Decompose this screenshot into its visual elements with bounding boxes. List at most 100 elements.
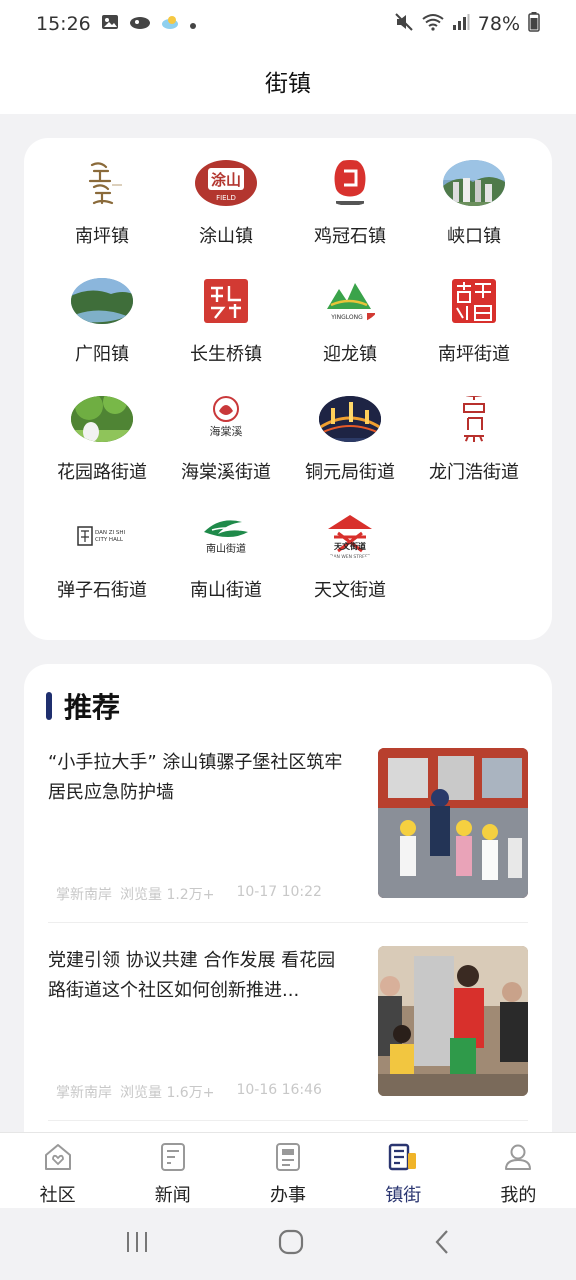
home-heart-icon xyxy=(42,1141,74,1177)
tushan-logo-subtext: FIELD xyxy=(216,194,236,202)
town-street-icon xyxy=(387,1141,419,1177)
huayuanlu-street-logo xyxy=(71,396,133,442)
bottom-tab-bar: 社区 新闻 办事 镇街 我的 xyxy=(0,1132,576,1208)
danzishi-logo-text: DAN ZI SHI xyxy=(95,530,126,536)
jiguanshi-town-logo xyxy=(319,160,381,206)
town-item-changshengqiao[interactable]: 长生桥镇 xyxy=(162,256,290,366)
town-name: 广阳镇 xyxy=(75,344,129,365)
news-title: 党建引领 协议共建 合作发展 看花园路街道这个社区如何创新推进... xyxy=(48,950,336,1001)
tianwen-street-logo: 天文街道 TIAN WEN STREET xyxy=(319,514,381,560)
town-item-jiguanshi[interactable]: 鸡冠石镇 xyxy=(286,138,414,248)
nanping-town-logo xyxy=(71,160,133,206)
town-name: 龙门浩街道 xyxy=(429,462,519,483)
tab-label: 社区 xyxy=(39,1185,76,1206)
town-item-xiakou[interactable]: 峡口镇 xyxy=(410,138,538,248)
nanping-street-logo xyxy=(443,278,505,324)
guangyang-town-logo xyxy=(71,278,133,324)
town-name: 鸡冠石镇 xyxy=(314,226,386,247)
tab-profile[interactable]: 我的 xyxy=(461,1133,576,1208)
yinglong-logo-text: YINGLONG xyxy=(330,314,363,321)
haitangxi-street-logo: 海棠溪 xyxy=(195,396,257,442)
status-bar: 15:26 78% xyxy=(0,0,576,48)
news-views: 浏览量 1.2万+ xyxy=(120,887,215,903)
system-nav-bar xyxy=(0,1208,576,1280)
battery-percent: 78% xyxy=(477,13,520,35)
town-item-nanshan[interactable]: 南山街道 南山街道 xyxy=(162,492,290,602)
back-button[interactable] xyxy=(432,1229,452,1259)
news-item[interactable]: 党建引领 协议共建 合作发展 看花园路街道这个社区如何创新推进... 掌新南岸 … xyxy=(48,946,528,1122)
tongyuanju-street-logo xyxy=(319,396,381,442)
recommend-section: 推荐 “小手拉大手” 涂山镇骡子堡社区筑牢居民应急防护墙 掌新南岸 浏览量 1.… xyxy=(24,664,552,1144)
town-name: 涂山镇 xyxy=(199,226,253,247)
town-item-tianwen[interactable]: 天文街道 TIAN WEN STREET 天文街道 xyxy=(286,492,414,602)
xiakou-town-logo xyxy=(443,160,505,206)
tab-label: 镇街 xyxy=(385,1185,422,1206)
town-item-tushan[interactable]: 涂山 FIELD 涂山镇 xyxy=(162,138,290,248)
nanshan-logo-text: 南山街道 xyxy=(206,542,246,555)
towns-grid: 南坪镇 涂山 FIELD 涂山镇 鸡冠石镇 峡口镇 广阳镇 长生桥镇 YINGL… xyxy=(24,138,552,640)
yinglong-town-logo: YINGLONG xyxy=(319,278,381,324)
town-item-nanping[interactable]: 南坪镇 xyxy=(38,138,166,248)
news-meta: 掌新南岸 浏览量 1.6万+ 10-16 16:46 xyxy=(56,1082,322,1102)
tushan-town-logo: 涂山 FIELD xyxy=(195,160,257,206)
town-name: 铜元局街道 xyxy=(305,462,395,483)
page-title: 街镇 xyxy=(265,71,311,97)
town-name: 海棠溪街道 xyxy=(181,462,271,483)
tianwen-logo-text: 天文街道 xyxy=(334,541,366,551)
notification-dot-icon xyxy=(189,13,197,35)
news-views: 浏览量 1.6万+ xyxy=(120,1085,215,1101)
recent-apps-button[interactable] xyxy=(124,1230,150,1258)
news-divider xyxy=(48,1120,528,1121)
user-icon xyxy=(502,1141,534,1177)
home-button[interactable] xyxy=(278,1229,304,1259)
town-name: 长生桥镇 xyxy=(190,344,262,365)
wifi-icon xyxy=(422,13,444,36)
cloud-app-icon xyxy=(129,13,151,35)
status-time: 15:26 xyxy=(36,13,91,35)
town-name: 弹子石街道 xyxy=(57,580,147,601)
town-name: 南坪街道 xyxy=(438,344,510,365)
town-name: 迎龙镇 xyxy=(323,344,377,365)
town-item-yinglong[interactable]: YINGLONG 迎龙镇 xyxy=(286,256,414,366)
tianwen-logo-subtext: TIAN WEN STREET xyxy=(328,554,370,560)
news-item[interactable]: “小手拉大手” 涂山镇骡子堡社区筑牢居民应急防护墙 掌新南岸 浏览量 1.2万+… xyxy=(48,748,528,924)
weather-icon xyxy=(161,13,179,35)
news-source: 掌新南岸 xyxy=(56,887,112,903)
service-doc-icon xyxy=(272,1141,304,1177)
danzishi-street-logo: DAN ZI SHI CITY HALL xyxy=(71,514,133,560)
longmenhao-street-logo xyxy=(443,396,505,442)
section-accent-bar xyxy=(46,692,52,720)
tab-town-street[interactable]: 镇街 xyxy=(346,1133,461,1208)
town-name: 南坪镇 xyxy=(75,226,129,247)
tab-label: 新闻 xyxy=(154,1185,191,1206)
news-time: 10-17 10:22 xyxy=(236,884,322,900)
tab-label: 我的 xyxy=(500,1185,537,1206)
gallery-icon xyxy=(101,13,119,36)
fire-station-children-photo xyxy=(378,748,528,898)
town-item-tongyuanju[interactable]: 铜元局街道 xyxy=(286,374,414,484)
town-name: 南山街道 xyxy=(190,580,262,601)
tab-services[interactable]: 办事 xyxy=(230,1133,345,1208)
community-visit-photo xyxy=(378,946,528,1096)
news-time: 10-16 16:46 xyxy=(236,1082,322,1098)
tab-news[interactable]: 新闻 xyxy=(115,1133,230,1208)
news-source: 掌新南岸 xyxy=(56,1085,112,1101)
town-item-longmenhao[interactable]: 龙门浩街道 xyxy=(410,374,538,484)
town-name: 峡口镇 xyxy=(447,226,501,247)
town-name: 花园路街道 xyxy=(57,462,147,483)
town-item-nanping-street[interactable]: 南坪街道 xyxy=(410,256,538,366)
news-title: “小手拉大手” 涂山镇骡子堡社区筑牢居民应急防护墙 xyxy=(48,752,343,803)
signal-icon xyxy=(452,13,470,36)
nanshan-street-logo: 南山街道 xyxy=(195,514,257,560)
town-item-huayuanlu[interactable]: 花园路街道 xyxy=(38,374,166,484)
mute-icon xyxy=(394,12,414,36)
recommend-title: 推荐 xyxy=(64,691,121,724)
tab-community[interactable]: 社区 xyxy=(0,1133,115,1208)
haitangxi-logo-text: 海棠溪 xyxy=(210,424,243,438)
town-item-haitangxi[interactable]: 海棠溪 海棠溪街道 xyxy=(162,374,290,484)
tab-label: 办事 xyxy=(270,1185,306,1206)
news-divider xyxy=(48,922,528,923)
town-item-guangyang[interactable]: 广阳镇 xyxy=(38,256,166,366)
town-name: 天文街道 xyxy=(314,580,386,601)
town-item-danzishi[interactable]: DAN ZI SHI CITY HALL 弹子石街道 xyxy=(38,492,166,602)
